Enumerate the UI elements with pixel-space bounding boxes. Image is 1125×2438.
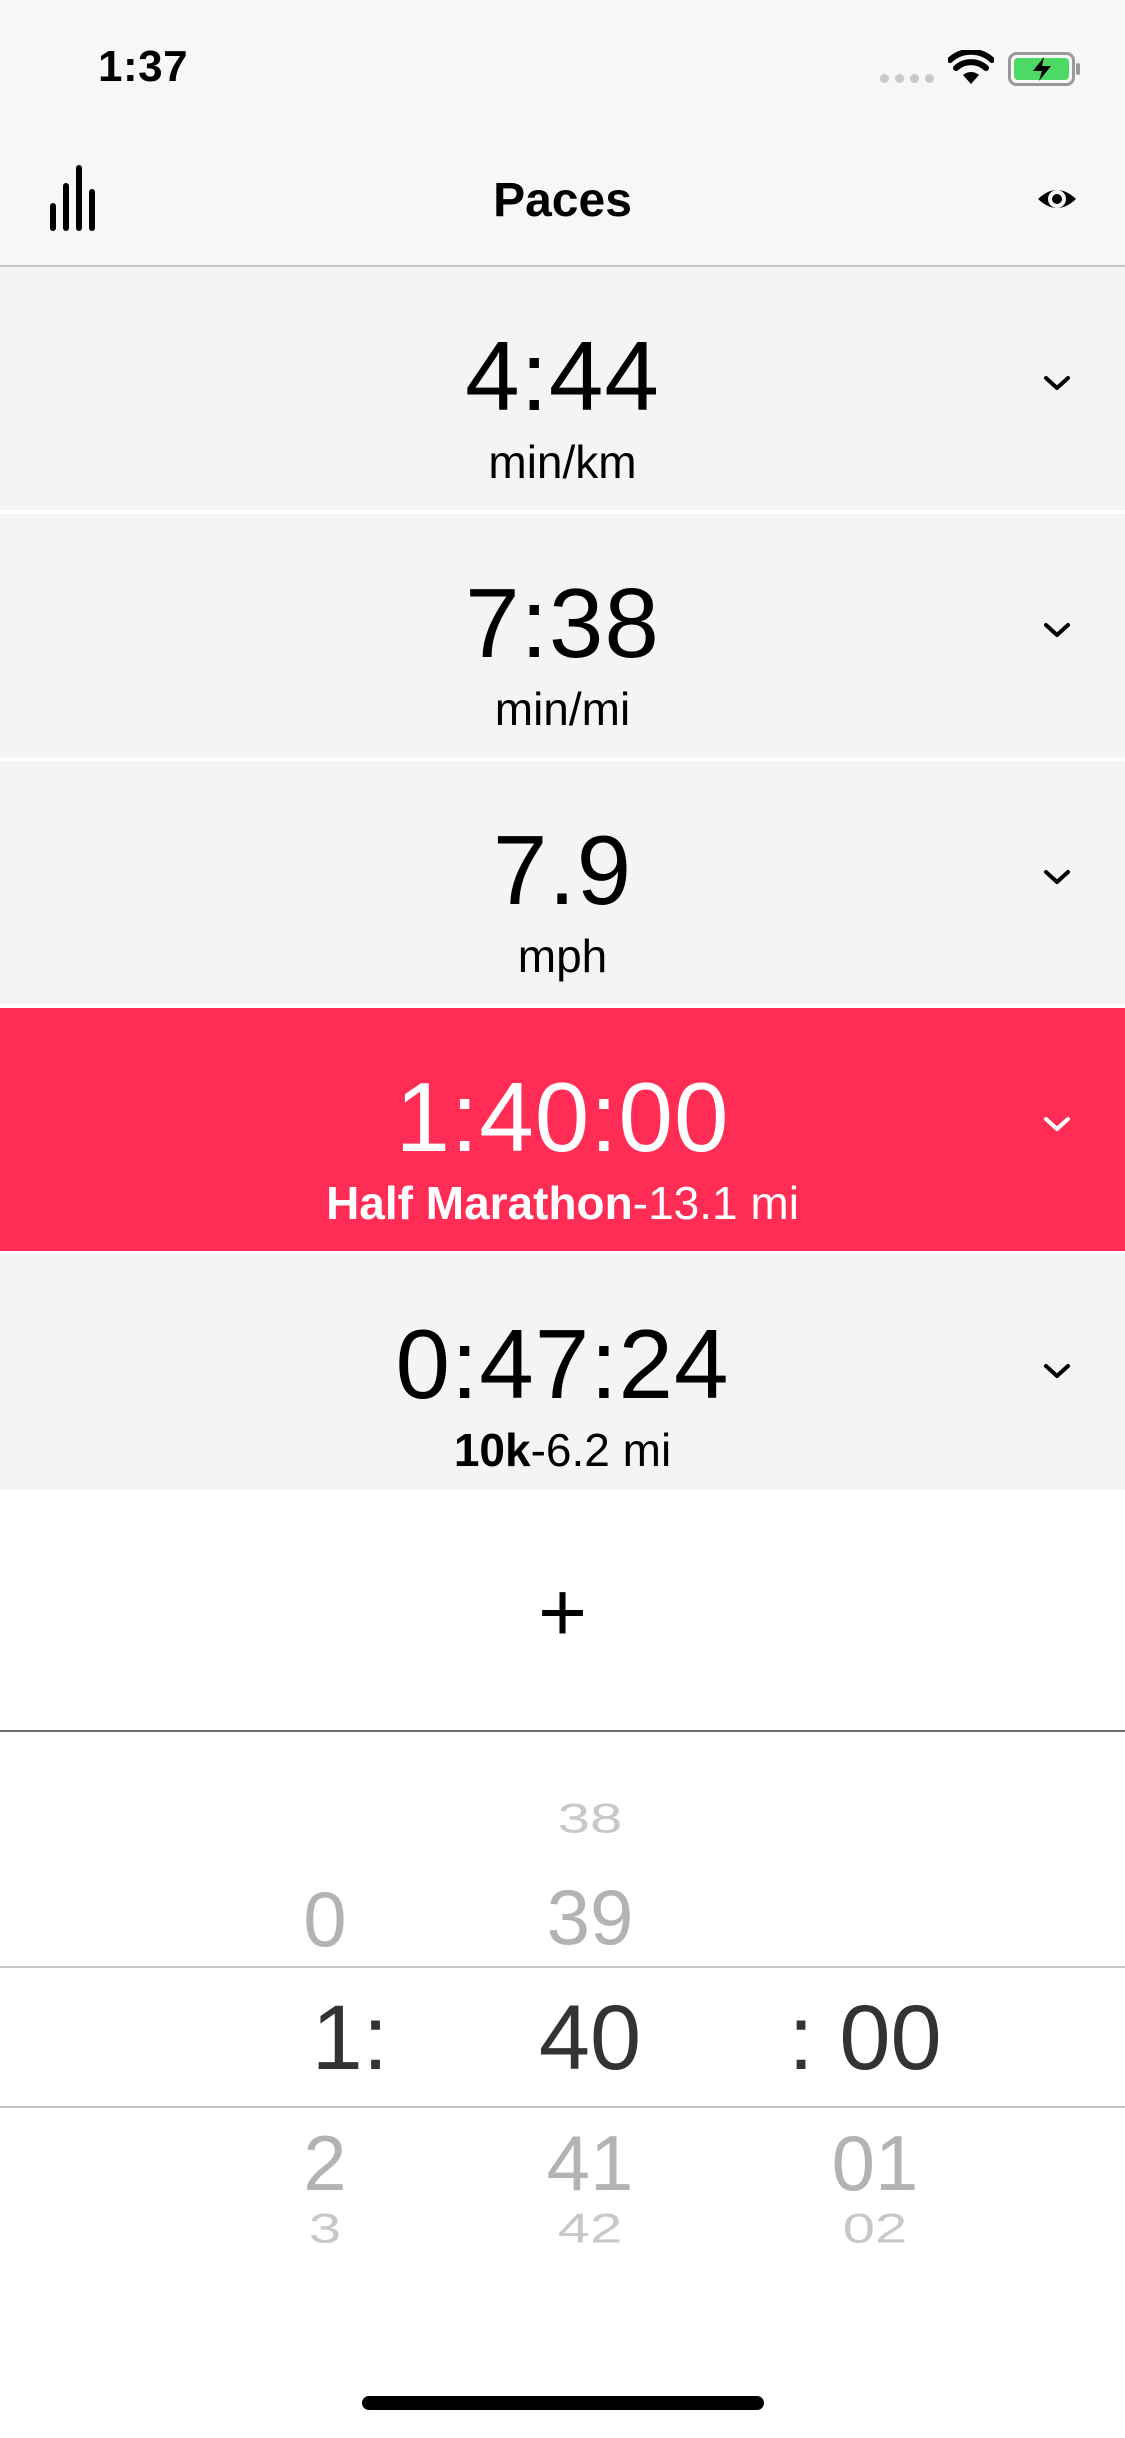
picker-seconds-selected[interactable]: : 00 bbox=[770, 1992, 960, 2084]
race-distance: -6.2 mi bbox=[530, 1424, 672, 1476]
picker-seconds-option[interactable]: 02 bbox=[810, 2208, 940, 2250]
status-bar: 1:37 bbox=[0, 0, 1125, 135]
chevron-down-icon[interactable] bbox=[1042, 867, 1072, 887]
race-time: 1:40:00 bbox=[395, 1062, 730, 1172]
picker-selection-bottom-line bbox=[0, 2106, 1125, 2108]
race-row-half-marathon[interactable]: 1:40:00 Half Marathon-13.1 mi bbox=[0, 1008, 1125, 1251]
picker-hours-option[interactable]: 0 bbox=[270, 1880, 380, 1958]
race-name: 10k bbox=[453, 1424, 531, 1476]
page-title: Paces bbox=[493, 174, 632, 227]
home-indicator[interactable] bbox=[362, 2396, 764, 2410]
eye-icon[interactable] bbox=[1035, 177, 1079, 221]
pace-list: 4:44 min/km 7:38 min/mi 7.9 mph 1:40:00 … bbox=[0, 267, 1125, 1502]
picker-minutes-option[interactable]: 42 bbox=[520, 2208, 660, 2250]
picker-seconds-option[interactable]: 01 bbox=[810, 2124, 940, 2202]
chevron-down-icon[interactable] bbox=[1042, 620, 1072, 640]
pace-value: 4:44 bbox=[465, 321, 660, 431]
pace-value: 7.9 bbox=[492, 815, 633, 925]
add-button[interactable]: + bbox=[0, 1570, 1125, 1654]
pace-unit: min/km bbox=[488, 436, 637, 488]
pace-row-mph[interactable]: 7.9 mph bbox=[0, 761, 1125, 1004]
picker-hours-option[interactable]: 2 bbox=[270, 2124, 380, 2202]
picker-hours-selected[interactable]: 1: bbox=[290, 1992, 410, 2084]
add-row-area: + bbox=[0, 1490, 1125, 1730]
time-picker[interactable]: 0 1: 2 3 38 39 40 41 42 : 00 01 02 bbox=[0, 1730, 1125, 2438]
race-label: 10k-6.2 mi bbox=[0, 1427, 1125, 1473]
status-time: 1:37 bbox=[98, 42, 189, 91]
pace-row-min-per-mi[interactable]: 7:38 min/mi bbox=[0, 514, 1125, 757]
race-name: Half Marathon bbox=[326, 1177, 633, 1229]
picker-minutes-option[interactable]: 38 bbox=[520, 1798, 660, 1840]
chevron-down-icon[interactable] bbox=[1042, 1114, 1072, 1134]
cellular-signal-icon bbox=[880, 74, 934, 83]
battery-charging-icon bbox=[1008, 52, 1080, 86]
picker-selection-top-line bbox=[0, 1966, 1125, 1968]
chevron-down-icon[interactable] bbox=[1042, 1361, 1072, 1381]
pace-unit: mph bbox=[517, 930, 608, 982]
race-distance: -13.1 mi bbox=[632, 1177, 799, 1229]
picker-hours-option[interactable]: 3 bbox=[270, 2208, 380, 2250]
navigation-bar: Paces bbox=[0, 135, 1125, 267]
pace-value: 7:38 bbox=[465, 568, 660, 678]
picker-minutes-option[interactable]: 41 bbox=[520, 2124, 660, 2202]
picker-minutes-selected[interactable]: 40 bbox=[520, 1992, 660, 2084]
wifi-icon bbox=[948, 50, 994, 84]
race-label: Half Marathon-13.1 mi bbox=[0, 1180, 1125, 1226]
pace-unit: min/mi bbox=[494, 683, 631, 735]
chevron-down-icon[interactable] bbox=[1042, 373, 1072, 393]
race-time: 0:47:24 bbox=[395, 1309, 730, 1419]
race-row-10k[interactable]: 0:47:24 10k-6.2 mi bbox=[0, 1255, 1125, 1498]
picker-minutes-option[interactable]: 39 bbox=[520, 1878, 660, 1956]
pace-row-min-per-km[interactable]: 4:44 min/km bbox=[0, 267, 1125, 510]
